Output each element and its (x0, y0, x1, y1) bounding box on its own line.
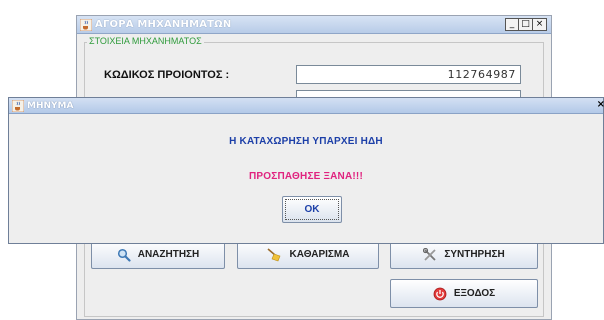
dialog-message-primary: Η ΚΑΤΑΧΩΡΗΣΗ ΥΠΑΡΧΕΙ ΗΔΗ (229, 136, 383, 147)
maximize-button[interactable]: □ (519, 18, 533, 31)
exit-button-label: ΕΞΟΔΟΣ (453, 288, 496, 299)
broom-icon (267, 247, 280, 261)
window-title: ΑΓΟΡΑ ΜΗΧΑΝΗΜΑΤΩΝ (95, 19, 232, 30)
dialog-message-secondary: ΠΡΟΣΠΑΘΗΣΕ ΞΑΝΑ!!! (249, 171, 363, 182)
search-button[interactable]: ΑΝΑΖΗΤΗΣΗ (91, 240, 225, 269)
ok-button[interactable]: OK (282, 196, 342, 223)
maintenance-button[interactable]: ΣΥΝΤΗΡΗΣΗ (390, 240, 538, 269)
magnifier-icon (117, 248, 131, 262)
clear-button[interactable]: ΚΑΘΑΡΙΣΜΑ (237, 240, 379, 269)
java-cup-icon (80, 18, 92, 31)
dialog-titlebar[interactable]: ΜΗΝΥΜΑ × (9, 98, 604, 114)
message-dialog: ΜΗΝΥΜΑ × Η ΚΑΤΑΧΩΡΗΣΗ ΥΠΑΡΧΕΙ ΗΔΗ ΠΡΟΣΠΑ… (8, 97, 604, 244)
search-button-label: ΑΝΑΖΗΤΗΣΗ (137, 249, 200, 260)
dialog-title: ΜΗΝΥΜΑ (27, 100, 74, 111)
product-code-input[interactable]: 112764987 (296, 65, 521, 84)
tools-icon (423, 247, 436, 261)
clear-button-label: ΚΑΘΑΡΙΣΜΑ (289, 249, 350, 260)
dialog-close-button[interactable]: × (597, 99, 604, 110)
background-window-titlebar[interactable]: ΑΓΟΡΑ ΜΗΧΑΝΗΜΑΤΩΝ _ □ × (77, 16, 551, 34)
group-label: ΣΤΟΙΧΕΙΑ ΜΗΧΑΝΗΜΑΤΟΣ (87, 36, 204, 46)
exit-button[interactable]: ΕΞΟΔΟΣ (390, 279, 538, 308)
power-icon (433, 287, 447, 300)
maintenance-button-label: ΣΥΝΤΗΡΗΣΗ (444, 249, 505, 260)
product-code-label: ΚΩΔΙΚΟΣ ΠΡΟΙΟΝΤΟΣ : (104, 69, 230, 81)
window-controls: _ □ × (505, 18, 547, 31)
minimize-button[interactable]: _ (505, 18, 519, 31)
java-cup-icon (12, 99, 24, 112)
close-button[interactable]: × (533, 18, 547, 31)
